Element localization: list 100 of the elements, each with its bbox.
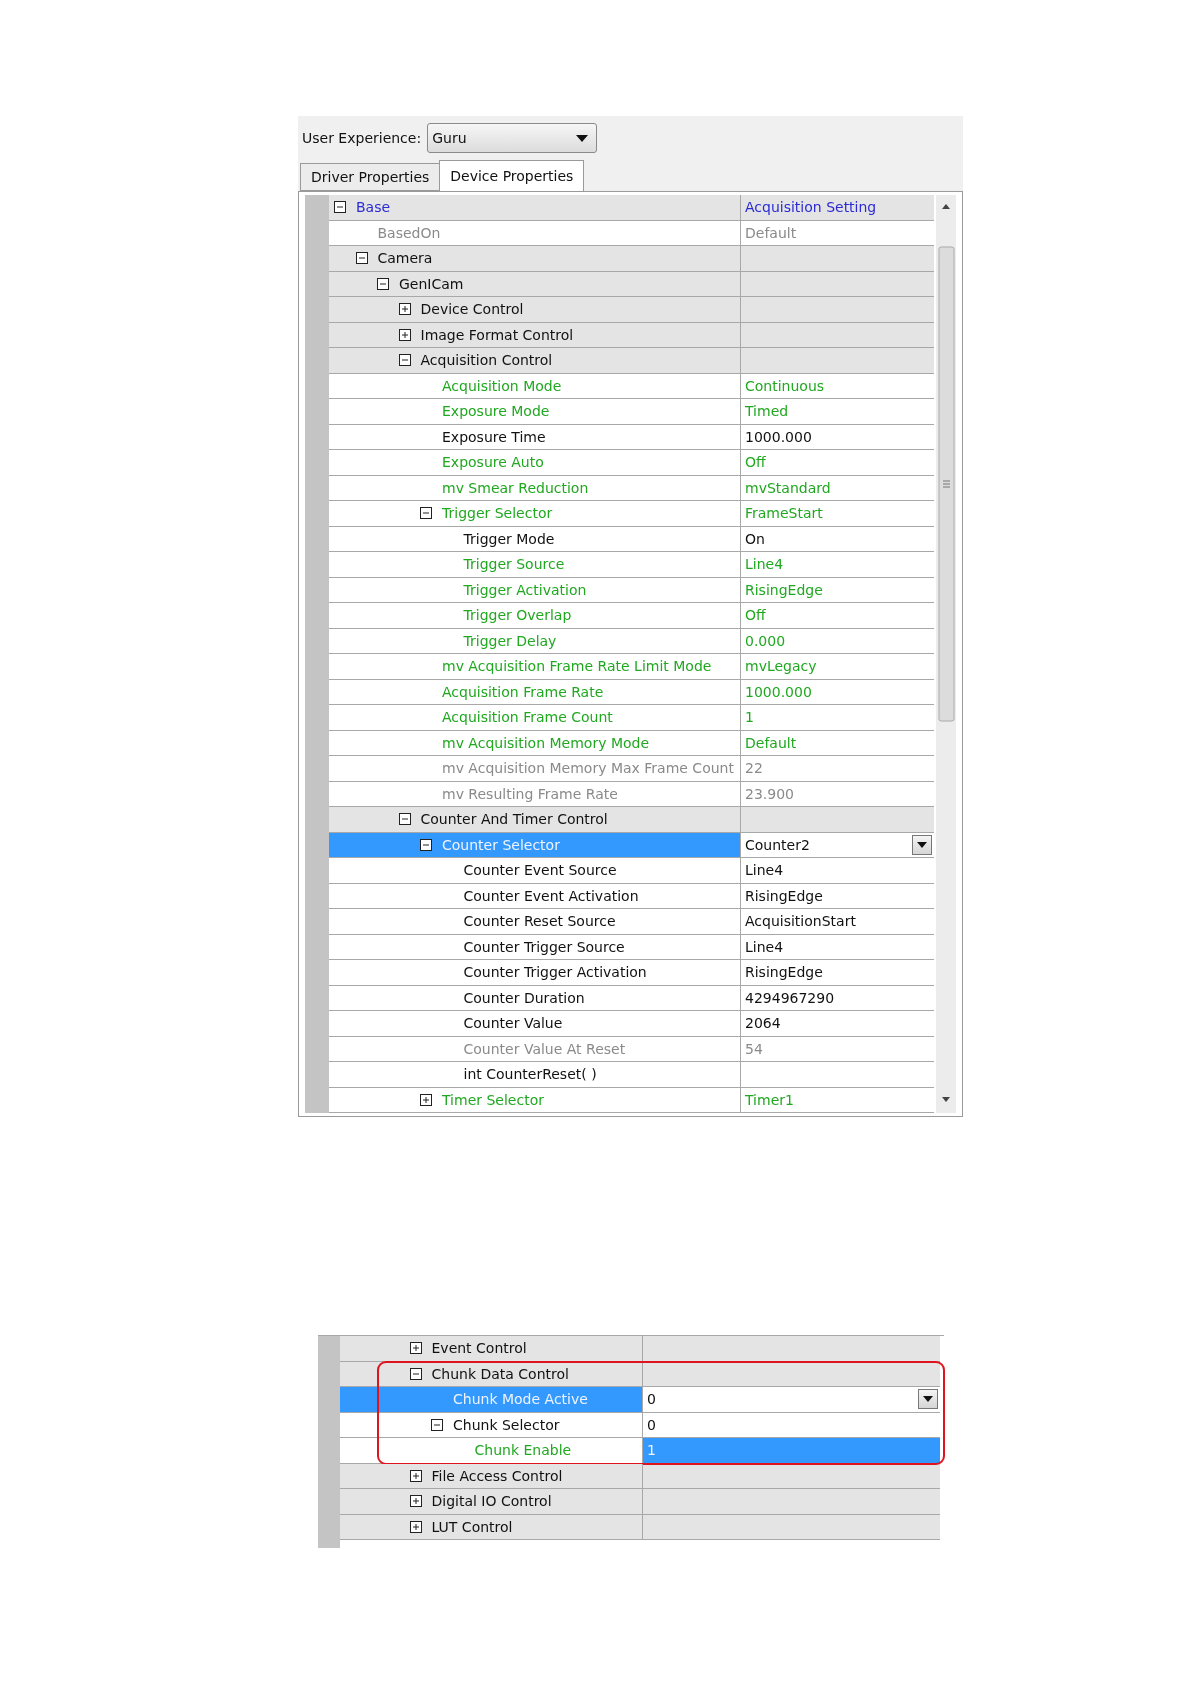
property-name: Base bbox=[356, 199, 391, 216]
value-cell[interactable] bbox=[741, 297, 934, 323]
property-name-cell[interactable]: mv Acquisition Memory Max Frame Count bbox=[329, 756, 741, 782]
property-name: Image Format Control bbox=[420, 326, 574, 343]
expand-icon[interactable] bbox=[409, 1342, 422, 1355]
property-name-cell[interactable]: Trigger Delay bbox=[329, 628, 741, 654]
property-name-cell[interactable]: Counter Value At Reset bbox=[329, 1036, 741, 1062]
tab[interactable]: Device Properties bbox=[439, 160, 585, 191]
value-cell[interactable] bbox=[643, 1514, 940, 1540]
collapse-icon[interactable] bbox=[334, 201, 346, 214]
property-name-cell[interactable]: Exposure Auto bbox=[329, 450, 741, 476]
property-name-cell[interactable]: GenICam bbox=[329, 271, 741, 297]
value-cell[interactable] bbox=[741, 348, 934, 374]
collapse-icon[interactable] bbox=[398, 354, 411, 367]
property-value: 22 bbox=[745, 760, 763, 777]
collapse-icon[interactable] bbox=[355, 252, 368, 265]
value-cell[interactable]: Counter2 bbox=[741, 832, 934, 858]
property-name-cell[interactable]: Chunk Mode Active bbox=[340, 1387, 643, 1413]
property-name: Trigger Selector bbox=[442, 505, 553, 522]
property-name: File Access Control bbox=[431, 1467, 563, 1484]
property-name-cell[interactable]: Counter Event Source bbox=[329, 858, 741, 884]
property-name-cell[interactable]: Event Control bbox=[340, 1336, 643, 1362]
property-name-cell[interactable]: Trigger Source bbox=[329, 552, 741, 578]
value-cell[interactable] bbox=[741, 246, 934, 272]
expand-icon[interactable] bbox=[409, 1495, 422, 1508]
property-name-cell[interactable]: Counter Reset Source bbox=[329, 909, 741, 935]
property-value: 1000.000 bbox=[745, 683, 812, 700]
caret-icon bbox=[576, 134, 589, 142]
collapse-icon[interactable] bbox=[409, 1367, 422, 1380]
property-name: Counter Event Source bbox=[463, 862, 617, 879]
value-cell[interactable] bbox=[741, 807, 934, 833]
property-name-cell[interactable]: LUT Control bbox=[340, 1514, 643, 1540]
collapse-icon[interactable] bbox=[398, 813, 411, 826]
property-name-cell[interactable]: Device Control bbox=[329, 297, 741, 323]
value-cell[interactable] bbox=[643, 1361, 940, 1387]
property-name: Chunk Enable bbox=[474, 1442, 572, 1459]
property-name-cell[interactable]: mv Acquisition Frame Rate Limit Mode bbox=[329, 654, 741, 680]
property-name-cell[interactable]: Digital IO Control bbox=[340, 1489, 643, 1515]
property-name-cell[interactable]: Chunk Data Control bbox=[340, 1361, 643, 1387]
value-cell[interactable] bbox=[643, 1463, 940, 1489]
property-name-cell[interactable]: Trigger Selector bbox=[329, 501, 741, 527]
property-value: Timer1 bbox=[745, 1091, 794, 1108]
expand-icon[interactable] bbox=[409, 1520, 422, 1533]
property-name-cell[interactable]: Acquisition Frame Count bbox=[329, 705, 741, 731]
property-name-cell[interactable]: Acquisition Control bbox=[329, 348, 741, 374]
scrollbar[interactable] bbox=[936, 195, 956, 1113]
expand-icon[interactable] bbox=[420, 1093, 432, 1106]
property-name-cell[interactable]: Counter Trigger Source bbox=[329, 934, 741, 960]
property-name-cell[interactable]: BasedOn bbox=[329, 220, 741, 246]
property-name-cell[interactable]: Camera bbox=[329, 246, 741, 272]
property-name-cell[interactable]: Base bbox=[329, 195, 741, 221]
property-name: Trigger Source bbox=[463, 556, 565, 573]
property-name-cell[interactable]: Image Format Control bbox=[329, 322, 741, 348]
collapse-icon[interactable] bbox=[431, 1418, 443, 1431]
expand-icon[interactable] bbox=[398, 303, 411, 316]
value-cell[interactable] bbox=[643, 1489, 940, 1515]
property-name: LUT Control bbox=[431, 1518, 513, 1535]
property-name-cell[interactable]: Counter Duration bbox=[329, 985, 741, 1011]
property-name-cell[interactable]: Exposure Time bbox=[329, 424, 741, 450]
property-name-cell[interactable]: Trigger Mode bbox=[329, 526, 741, 552]
property-name-cell[interactable]: Counter Trigger Activation bbox=[329, 960, 741, 986]
property-name-cell[interactable]: Chunk Selector bbox=[340, 1412, 643, 1438]
property-name-cell[interactable]: Acquisition Mode bbox=[329, 373, 741, 399]
property-name-cell[interactable]: Acquisition Frame Rate bbox=[329, 679, 741, 705]
property-value: FrameStart bbox=[745, 505, 823, 522]
property-name-cell[interactable]: Counter Event Activation bbox=[329, 883, 741, 909]
value-cell[interactable] bbox=[741, 271, 934, 297]
value-cell[interactable]: Acquisition Setting bbox=[741, 195, 934, 221]
property-name-cell[interactable]: Trigger Activation bbox=[329, 577, 741, 603]
property-name: Digital IO Control bbox=[431, 1493, 552, 1510]
value-cell[interactable] bbox=[741, 322, 934, 348]
property-name-cell[interactable]: int CounterReset( ) bbox=[329, 1062, 741, 1088]
property-name-cell[interactable]: Counter Value bbox=[329, 1011, 741, 1037]
property-name-cell[interactable]: mv Resulting Frame Rate bbox=[329, 781, 741, 807]
property-name: Exposure Time bbox=[442, 428, 546, 445]
expand-icon[interactable] bbox=[409, 1469, 422, 1482]
property-name-cell[interactable]: Exposure Mode bbox=[329, 399, 741, 425]
expand-icon[interactable] bbox=[398, 328, 411, 341]
value-cell[interactable]: 0 bbox=[643, 1387, 940, 1413]
property-name: BasedOn bbox=[377, 224, 441, 241]
property-name: Chunk Data Control bbox=[431, 1365, 569, 1382]
dropdown-button[interactable] bbox=[912, 834, 932, 855]
user-experience-dropdown[interactable]: Guru bbox=[427, 123, 598, 153]
property-name-cell[interactable]: File Access Control bbox=[340, 1463, 643, 1489]
collapse-icon[interactable] bbox=[377, 277, 389, 290]
collapse-icon[interactable] bbox=[420, 507, 432, 520]
property-name-cell[interactable]: Counter And Timer Control bbox=[329, 807, 741, 833]
dropdown-button[interactable] bbox=[918, 1389, 938, 1410]
collapse-icon[interactable] bbox=[420, 838, 432, 851]
property-name-cell[interactable]: Counter Selector bbox=[329, 832, 741, 858]
property-name-cell[interactable]: Timer Selector bbox=[329, 1087, 741, 1113]
property-name-cell[interactable]: mv Acquisition Memory Mode bbox=[329, 730, 741, 756]
tab[interactable]: Driver Properties bbox=[300, 163, 441, 191]
property-value: Off bbox=[745, 454, 766, 471]
property-name-cell[interactable]: Trigger Overlap bbox=[329, 603, 741, 629]
value-cell[interactable]: 1 bbox=[643, 1438, 940, 1464]
property-name-cell[interactable]: Chunk Enable bbox=[340, 1438, 643, 1464]
property-name-cell[interactable]: mv Smear Reduction bbox=[329, 475, 741, 501]
property-value: AcquisitionStart bbox=[745, 913, 856, 930]
value-cell[interactable] bbox=[643, 1336, 940, 1362]
